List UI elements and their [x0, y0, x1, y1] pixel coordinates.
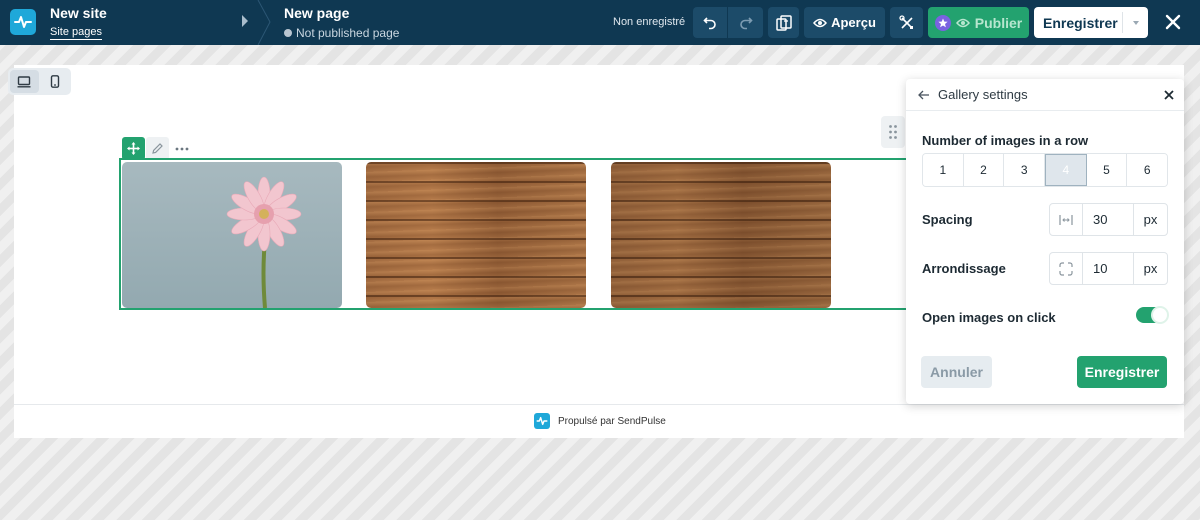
copy-pages-button[interactable] — [768, 7, 799, 38]
back-arrow-icon[interactable] — [916, 87, 932, 103]
save-options-dropdown[interactable] — [1122, 12, 1148, 33]
images-per-row-option-4[interactable]: 4 — [1045, 154, 1087, 186]
more-dots-icon — [175, 147, 188, 150]
mobile-view-button[interactable] — [41, 70, 70, 93]
redo-icon — [739, 16, 753, 29]
close-editor-button[interactable] — [1161, 10, 1185, 34]
toggle-knob — [1153, 308, 1167, 322]
flower-image — [226, 176, 302, 308]
publish-label: Publier — [974, 14, 1023, 31]
gallery-image-wood-2[interactable] — [611, 162, 831, 308]
images-per-row-option-1[interactable]: 1 — [923, 154, 964, 186]
radius-input[interactable] — [1083, 253, 1133, 284]
open-on-click-toggle[interactable] — [1136, 307, 1168, 323]
corner-radius-icon — [1050, 253, 1083, 284]
radius-label: Arrondissage — [922, 261, 1006, 276]
panel-save-button[interactable]: Enregistrer — [1077, 356, 1167, 388]
copy-pages-icon — [775, 14, 792, 31]
tools-icon — [898, 14, 913, 29]
publish-button[interactable]: Publier — [928, 7, 1029, 38]
panel-title: Gallery settings — [938, 87, 1028, 102]
images-per-row-selector: 1 2 3 4 5 6 — [922, 153, 1168, 187]
move-block-button[interactable] — [122, 137, 145, 160]
gallery-image-flower[interactable] — [122, 162, 342, 308]
eye-icon — [955, 18, 970, 27]
eye-icon — [813, 18, 828, 27]
undo-icon — [703, 16, 716, 29]
radius-unit: px — [1133, 253, 1167, 284]
drag-handle-icon[interactable] — [881, 116, 905, 148]
more-options-button[interactable] — [170, 137, 193, 160]
panel-header: Gallery settings — [906, 79, 1184, 111]
powered-by-text: Propulsé par SendPulse — [558, 415, 666, 427]
footer-divider — [14, 404, 1184, 405]
chevron-down-icon — [1132, 20, 1139, 25]
images-per-row-option-3[interactable]: 3 — [1004, 154, 1046, 186]
sendpulse-logo-icon — [534, 413, 550, 429]
preview-label: Aperçu — [831, 15, 876, 30]
preview-button[interactable]: Aperçu — [804, 7, 885, 38]
images-per-row-option-2[interactable]: 2 — [963, 154, 1005, 186]
unsaved-indicator: Non enregistré — [613, 16, 686, 28]
tools-button[interactable] — [890, 7, 923, 38]
images-per-row-option-6[interactable]: 6 — [1127, 154, 1167, 186]
page-status-text: Not published page — [296, 26, 400, 40]
open-on-click-label: Open images on click — [922, 310, 1056, 325]
desktop-view-button[interactable] — [10, 70, 39, 93]
star-badge-icon — [934, 14, 951, 31]
images-per-row-option-5[interactable]: 5 — [1086, 154, 1128, 186]
site-title: New site — [50, 5, 107, 21]
spacing-field: px — [1049, 203, 1168, 236]
gallery-settings-panel: Gallery settings Number of images in a r… — [906, 79, 1184, 404]
desktop-icon — [17, 75, 31, 88]
top-bar: New site Site pages New page Not publish… — [0, 0, 1200, 45]
pencil-icon — [152, 143, 163, 154]
spacing-icon — [1050, 204, 1083, 235]
page-title: New page — [284, 5, 350, 21]
save-label: Enregistrer — [1043, 14, 1118, 31]
redo-button[interactable] — [728, 7, 763, 38]
sendpulse-logo-icon[interactable] — [10, 9, 36, 35]
radius-field: px — [1049, 252, 1168, 285]
spacing-label: Spacing — [922, 212, 973, 227]
spacing-input[interactable] — [1083, 204, 1133, 235]
device-toggle — [8, 68, 71, 95]
close-icon[interactable] — [1161, 87, 1177, 103]
chevron-right-icon[interactable] — [242, 15, 248, 27]
status-dot-icon — [284, 29, 292, 37]
undo-button[interactable] — [693, 7, 727, 38]
move-icon — [127, 142, 140, 155]
close-icon — [1165, 14, 1181, 30]
cancel-button[interactable]: Annuler — [921, 356, 992, 388]
save-button[interactable]: Enregistrer — [1034, 7, 1148, 38]
images-per-row-label: Number of images in a row — [922, 133, 1089, 148]
gallery-image-wood-1[interactable] — [366, 162, 586, 308]
spacing-unit: px — [1133, 204, 1167, 235]
powered-by-badge[interactable]: Propulsé par SendPulse — [534, 413, 666, 429]
site-pages-link[interactable]: Site pages — [50, 26, 102, 40]
page-status: Not published page — [284, 26, 399, 40]
edit-block-button[interactable] — [146, 137, 169, 160]
mobile-icon — [50, 75, 59, 88]
block-toolbar — [122, 137, 193, 160]
breadcrumb-separator — [257, 0, 271, 45]
